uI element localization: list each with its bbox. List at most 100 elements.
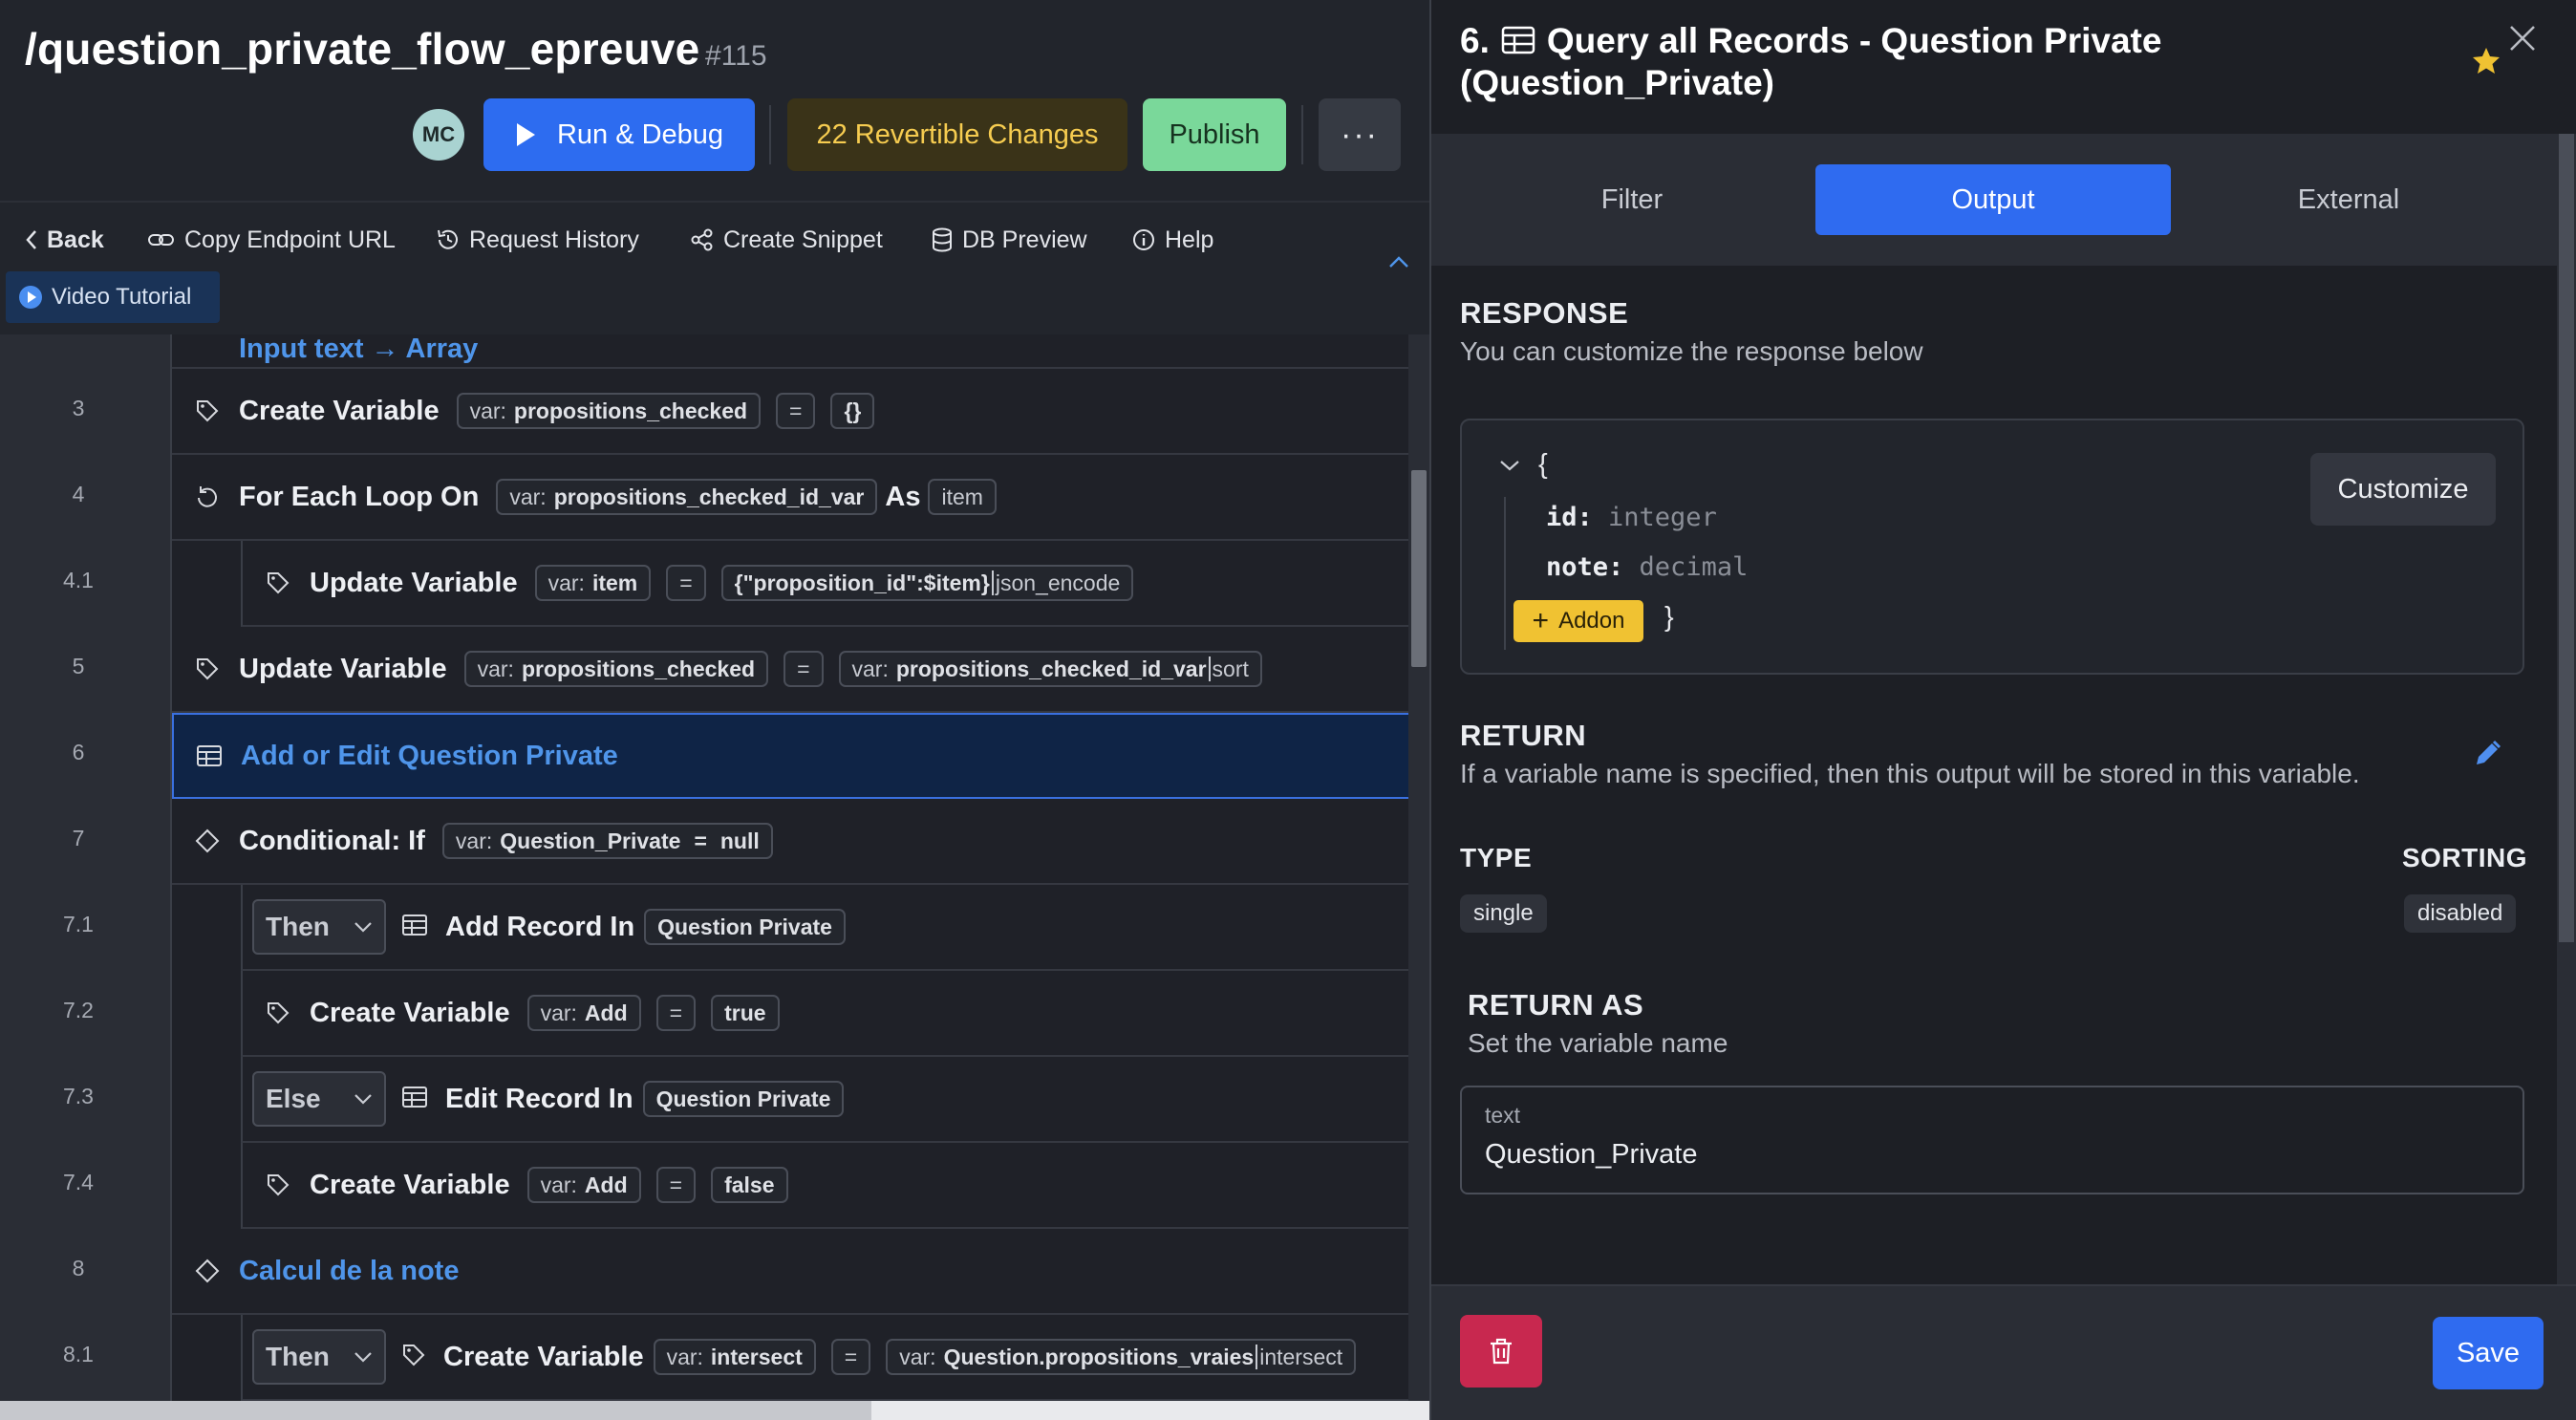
line-number: 7 [72,826,85,850]
step-row-add-record[interactable]: Then Add Record In Question Private [241,885,1414,971]
close-icon[interactable] [2505,21,2540,60]
value-pill[interactable]: var: propositions_checked_id_var sort [838,651,1262,687]
step-label: Conditional: If [239,825,425,856]
db-preview-button[interactable]: DB Preview [931,221,1087,259]
vertical-scrollbar[interactable] [1408,334,1429,1405]
step-row-group[interactable]: Calcul de la note [172,1229,1414,1315]
filter-name: json_encode [995,570,1121,595]
tab-filter[interactable]: Filter [1454,164,1810,235]
chevron-left-icon [26,230,36,249]
tag-icon [401,1343,426,1372]
return-heading: RETURN [1460,719,1587,752]
filter-name: sort [1212,656,1249,681]
variable-pill[interactable]: var: Add [526,995,641,1031]
avatar[interactable]: MC [413,109,464,161]
value-pill[interactable]: {"proposition_id":$item} json_encode [720,565,1134,601]
step-row-conditional[interactable]: Conditional: If var: Question_Private = nul… [172,799,1414,885]
var-prefix: var: [469,398,506,423]
save-button[interactable]: Save [2433,1317,2544,1389]
variable-pill[interactable]: var: item [534,565,652,601]
response-subtitle: You can customize the response below [1460,336,1923,366]
step-row-create-variable[interactable]: Create Variable var: propositions_checked… [172,369,1414,455]
variable-pill[interactable]: var: propositions_checked [463,651,769,687]
variable-pill[interactable]: var: intersect [653,1339,816,1375]
step-row-update-variable[interactable]: Update Variable var: propositions_checked… [172,627,1414,713]
branch-label: Then [266,1342,330,1371]
customize-button[interactable]: Customize [2310,453,2496,526]
table-name: Question Private [657,914,832,939]
variable-pill[interactable]: var: Add [526,1167,641,1203]
vertical-scrollbar[interactable] [2557,134,2576,1284]
sorting-badge[interactable]: disabled [2404,894,2517,933]
step-row-for-each[interactable]: For Each Loop On var: propositions_checke… [172,455,1414,541]
value-text: true [724,1000,766,1025]
more-options-button[interactable]: ··· [1319,98,1401,171]
help-button[interactable]: Help [1131,221,1213,259]
var-prefix: var: [851,656,889,681]
line-number: 8 [72,1256,85,1280]
response-heading: RESPONSE [1460,296,1629,330]
equals-pill: = [655,1167,697,1203]
video-tutorial-button[interactable]: Video Tutorial [6,271,220,323]
line-number: 8.1 [63,1342,94,1366]
scrollbar-thumb[interactable] [871,1401,1429,1420]
tab-external[interactable]: External [2171,164,2526,235]
step-row-create-variable[interactable]: Create Variable var: Add = false [241,1143,1414,1229]
step-row-partial[interactable]: Input text → Array [172,334,1414,369]
condition-pill[interactable]: var: Question_Private = null [441,823,773,859]
create-snippet-button[interactable]: Create Snippet [690,221,883,259]
back-button[interactable]: Back [25,221,104,259]
step-row-create-variable[interactable]: Then Create Variable var: intersect = var… [241,1315,1414,1401]
edit-pencil-icon[interactable] [2471,738,2503,775]
tree-guide [1504,497,1506,650]
star-icon[interactable] [2471,46,2501,79]
return-variable-input[interactable] [1485,1139,2498,1171]
line-number: 4.1 [63,568,94,592]
addon-button[interactable]: + Addon [1513,600,1643,642]
request-history-button[interactable]: Request History [436,221,639,259]
field-name: id [1546,503,1578,532]
branch-dropdown[interactable]: Else [252,1071,386,1127]
copy-endpoint-button[interactable]: Copy Endpoint URL [147,221,396,259]
table-pill[interactable]: Question Private [644,909,846,945]
step-row-update-variable[interactable]: Update Variable var: item = {"proposition… [241,541,1414,627]
branch-dropdown[interactable]: Then [252,899,386,955]
type-badge[interactable]: single [1460,894,1547,933]
revertible-changes-button[interactable]: 22 Revertible Changes [787,98,1127,171]
variable-pill[interactable]: var: propositions_checked_id_var [496,479,878,515]
value-pill[interactable]: true [711,995,780,1031]
publish-button[interactable]: Publish [1143,98,1286,171]
input-caption: text [1485,1103,1521,1128]
open-brace: { [1538,449,1548,480]
variable-pill[interactable]: var: propositions_checked [456,393,762,429]
branch-dropdown[interactable]: Then [252,1329,386,1385]
scrollbar-thumb[interactable] [2559,134,2574,942]
equals-pill: = [784,651,824,687]
step-row-add-edit-record-selected[interactable]: Add or Edit Question Private [172,713,1414,799]
delete-button[interactable] [1460,1315,1542,1388]
chevron-down-icon[interactable] [1498,459,1521,477]
tab-output[interactable]: Output [1815,164,2171,235]
table-pill[interactable]: Question Private [642,1081,845,1117]
plus-icon: + [1532,605,1550,636]
trash-icon [1491,1338,1512,1365]
step-row-edit-record[interactable]: Else Edit Record In Question Private [241,1057,1414,1143]
step-label: Update Variable [239,653,447,684]
step-row-create-variable[interactable]: Create Variable var: Add = true [241,971,1414,1057]
item-pill[interactable]: item [928,479,997,515]
step-label: Create Variable [310,997,510,1028]
as-keyword: As [885,481,921,512]
value-pill[interactable]: {} [830,393,875,429]
horizontal-scrollbar[interactable] [0,1401,1429,1420]
field-note[interactable]: note: decimal [1546,552,1748,582]
run-debug-button[interactable]: Run & Debug [483,98,755,171]
scrollbar-thumb[interactable] [1411,470,1427,667]
tag-icon [193,398,222,423]
collapse-toolbar-button[interactable] [1387,255,1410,273]
operator: = [694,828,707,853]
value-pill[interactable]: false [711,1167,788,1203]
return-variable-field[interactable]: text [1460,1086,2524,1194]
value-pill[interactable]: var: Question.propositions_vraies intersec… [886,1339,1357,1375]
field-id[interactable]: id: integer [1546,503,1717,532]
step-label: Update Variable [310,567,518,598]
